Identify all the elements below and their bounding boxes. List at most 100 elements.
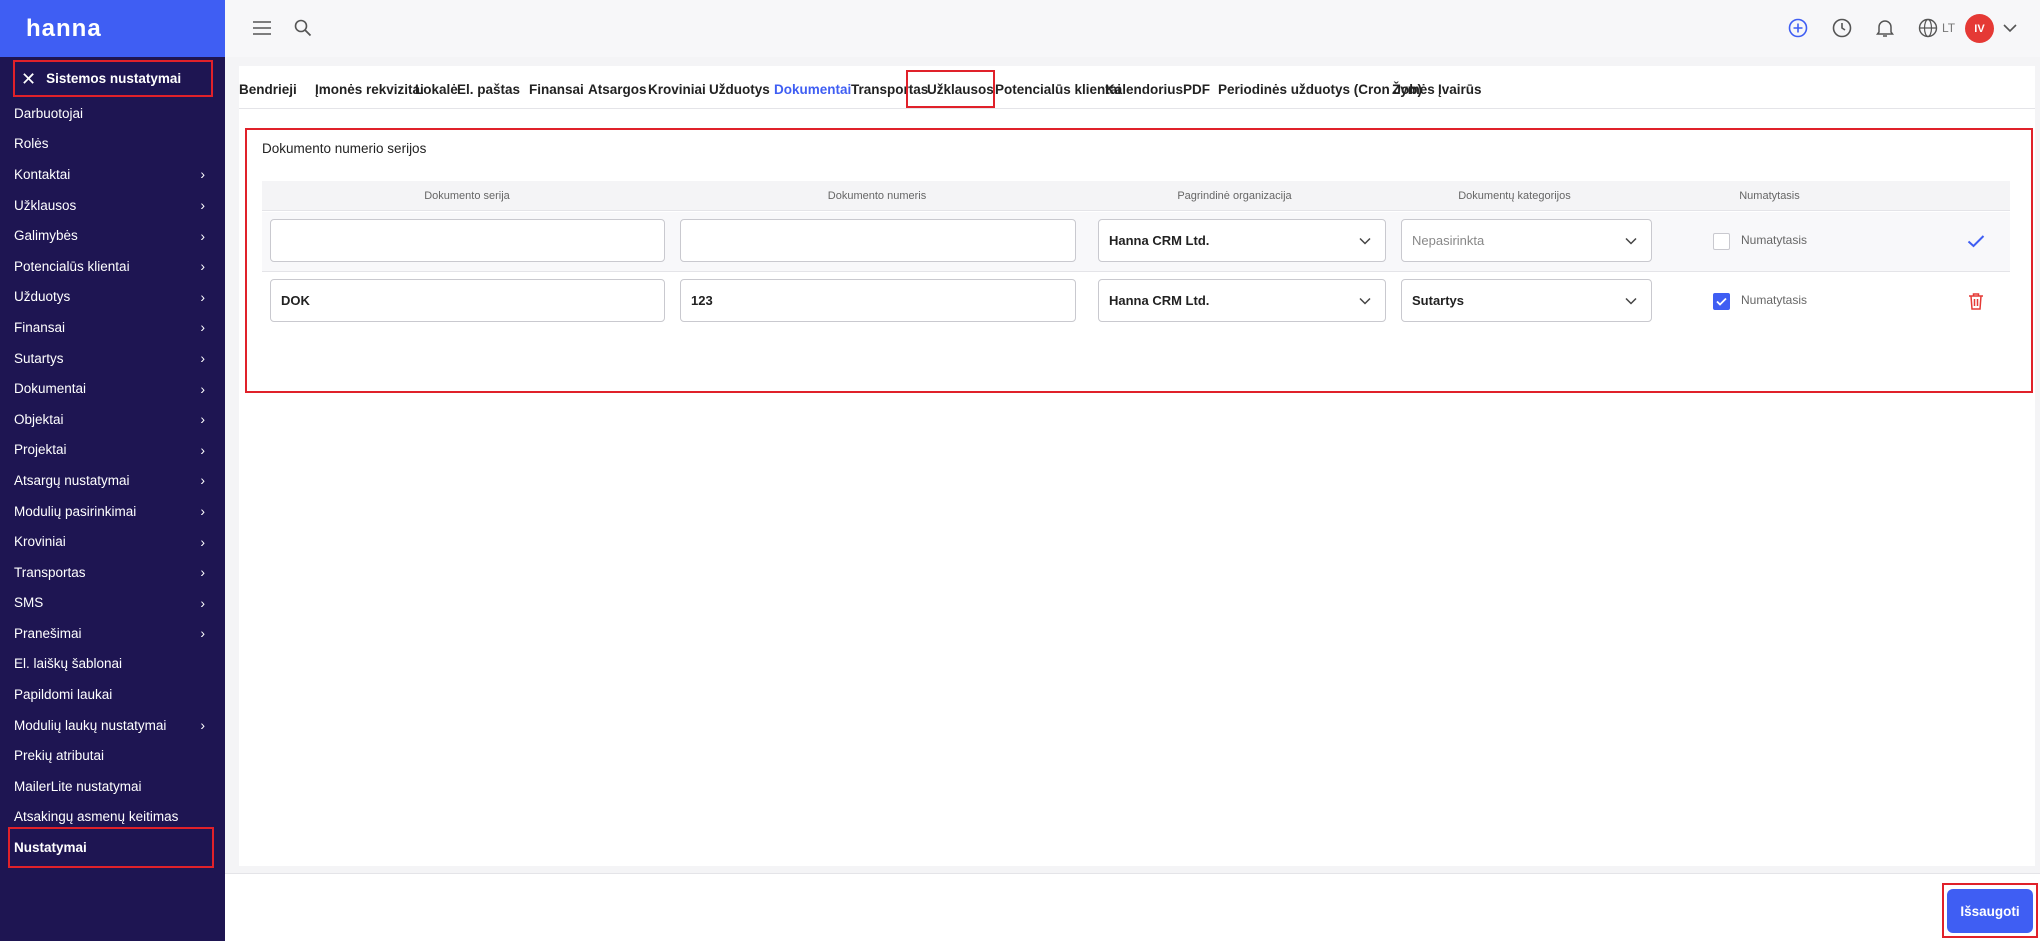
check-icon xyxy=(1716,297,1727,306)
category-select[interactable]: Sutartys xyxy=(1401,279,1652,322)
trash-icon[interactable] xyxy=(1964,289,1988,313)
sidebar-item-label: Užklausos xyxy=(14,197,77,213)
tab[interactable]: PDF xyxy=(1183,82,1210,97)
sidebar-item[interactable]: Potencialūs klientai › xyxy=(0,251,225,282)
sidebar-item[interactable]: Finansai › xyxy=(0,312,225,343)
sidebar: hanna ✕ Sistemos nustatymai Darbuotojai R… xyxy=(0,0,225,941)
sidebar-item-label: MailerLite nustatymai xyxy=(14,778,142,794)
chevron-right-icon: › xyxy=(200,564,205,581)
sidebar-item-label: Pranešimai xyxy=(14,625,82,641)
chevron-right-icon: › xyxy=(200,319,205,336)
sidebar-item[interactable]: Kroviniai › xyxy=(0,526,225,557)
sidebar-item-label: Rolės xyxy=(14,136,49,152)
chevron-right-icon: › xyxy=(200,350,205,367)
sidebar-item-label: Kontaktai xyxy=(14,166,71,182)
chevron-right-icon: › xyxy=(200,166,205,183)
chevron-down-icon[interactable] xyxy=(1996,14,2024,42)
series-input[interactable]: DOK xyxy=(270,279,665,322)
chevron-down-icon xyxy=(1359,237,1371,245)
sidebar-item[interactable]: Kontaktai › xyxy=(0,159,225,190)
sidebar-item[interactable]: Objektai › xyxy=(0,404,225,435)
sidebar-item[interactable]: MailerLite nustatymai xyxy=(0,771,225,802)
sidebar-item[interactable]: Užklausos › xyxy=(0,190,225,221)
sidebar-item[interactable]: Transportas › xyxy=(0,557,225,588)
document-series-section: Dokumento numerio serijos Dokumento seri… xyxy=(245,128,2033,393)
check-icon[interactable] xyxy=(1964,229,1988,253)
default-checkbox[interactable] xyxy=(1713,233,1730,250)
sidebar-item[interactable]: Modulių pasirinkimai › xyxy=(0,496,225,527)
sidebar-item[interactable]: Galimybės › xyxy=(0,220,225,251)
tab[interactable]: Užduotys xyxy=(709,82,770,97)
search-icon[interactable] xyxy=(289,14,317,42)
avatar[interactable]: IV xyxy=(1965,14,1994,43)
sidebar-item[interactable]: Prekių atributai xyxy=(0,740,225,771)
tab[interactable]: Kalendorius xyxy=(1105,82,1183,97)
language-code: LT xyxy=(1942,21,1956,35)
default-checkbox[interactable] xyxy=(1713,293,1730,310)
tab[interactable]: Bendrieji xyxy=(239,82,297,97)
sidebar-item-label: SMS xyxy=(14,595,44,611)
sidebar-item[interactable]: Darbuotojai xyxy=(0,98,225,129)
tab[interactable]: Lokalė xyxy=(415,82,458,97)
sidebar-item-label: Projektai xyxy=(14,442,67,458)
table-header: Dokumento serija Dokumento numeris Pagri… xyxy=(262,181,2010,211)
sidebar-item[interactable]: Sutartys › xyxy=(0,343,225,374)
table-row: DOK 123 Hanna CRM Ltd. Sutartys Numatyta… xyxy=(262,272,2010,332)
sidebar-item-label: Finansai xyxy=(14,319,66,335)
sidebar-item[interactable]: Atsargų nustatymai › xyxy=(0,465,225,496)
top-bar xyxy=(225,0,2040,57)
language-switcher[interactable]: LT xyxy=(1918,14,1955,42)
sidebar-item-label: Papildomi laukai xyxy=(14,687,113,703)
tab[interactable]: Potencialūs klientai xyxy=(995,82,1121,97)
clock-icon[interactable] xyxy=(1828,14,1856,42)
globe-icon xyxy=(1918,18,1938,38)
sidebar-item-label: Modulių laukų nustatymai xyxy=(14,717,167,733)
organization-select[interactable]: Hanna CRM Ltd. xyxy=(1098,279,1386,322)
chevron-right-icon: › xyxy=(200,503,205,520)
tab[interactable]: Įmonės rekvizitai xyxy=(315,82,424,97)
sidebar-item[interactable]: Užduotys › xyxy=(0,282,225,313)
number-input[interactable] xyxy=(680,219,1076,262)
organization-select[interactable]: Hanna CRM Ltd. xyxy=(1098,219,1386,262)
sidebar-item[interactable]: Dokumentai › xyxy=(0,373,225,404)
save-button[interactable]: Išsaugoti xyxy=(1947,889,2033,933)
sidebar-item[interactable]: Projektai › xyxy=(0,435,225,466)
close-icon[interactable]: ✕ xyxy=(21,70,36,88)
tab[interactable]: Atsargos xyxy=(588,82,647,97)
tab[interactable]: Dokumentai xyxy=(774,82,851,97)
menu-icon[interactable] xyxy=(248,14,276,42)
organization-value: Hanna CRM Ltd. xyxy=(1109,293,1210,308)
series-input[interactable] xyxy=(270,219,665,262)
tab[interactable]: Žymės xyxy=(1392,82,1435,97)
active-tab-highlight xyxy=(906,70,995,108)
sidebar-item-label: Potencialūs klientai xyxy=(14,258,130,274)
settings-tabs: Bendrieji Įmonės rekvizitai Lokalė El. pašt… xyxy=(239,66,2035,109)
sidebar-item[interactable]: El. laiškų šablonai xyxy=(0,649,225,680)
table-row: Hanna CRM Ltd. Nepasirinkta Numatytasis xyxy=(262,212,2010,272)
organization-value: Hanna CRM Ltd. xyxy=(1109,233,1210,248)
sidebar-header[interactable]: ✕ Sistemos nustatymai xyxy=(13,60,213,97)
settings-card: Bendrieji Įmonės rekvizitai Lokalė El. pašt… xyxy=(239,66,2035,866)
add-circle-icon[interactable] xyxy=(1784,14,1812,42)
sidebar-item-label: Dokumentai xyxy=(14,381,87,397)
tab[interactable]: Kroviniai xyxy=(648,82,706,97)
category-placeholder: Nepasirinkta xyxy=(1412,233,1485,248)
sidebar-item[interactable]: Modulių laukų nustatymai › xyxy=(0,710,225,741)
sidebar-item[interactable]: Rolės xyxy=(0,129,225,160)
bell-icon[interactable] xyxy=(1871,14,1899,42)
chevron-down-icon xyxy=(1625,237,1637,245)
sidebar-item-label: Sutartys xyxy=(14,350,64,366)
category-select[interactable]: Nepasirinkta xyxy=(1401,219,1652,262)
number-input[interactable]: 123 xyxy=(680,279,1076,322)
chevron-right-icon: › xyxy=(200,197,205,214)
sidebar-item[interactable]: Papildomi laukai xyxy=(0,679,225,710)
column-header: Dokumentų kategorijos xyxy=(1458,190,1571,202)
sidebar-header-label: Sistemos nustatymai xyxy=(46,71,182,86)
app-logo[interactable]: hanna xyxy=(26,15,102,43)
tab[interactable]: El. paštas xyxy=(457,82,520,97)
sidebar-item[interactable]: SMS › xyxy=(0,588,225,619)
tab[interactable]: Finansai xyxy=(529,82,584,97)
chevron-down-icon xyxy=(1625,297,1637,305)
tab[interactable]: Įvairūs xyxy=(1438,82,1482,97)
sidebar-item[interactable]: Pranešimai › xyxy=(0,618,225,649)
